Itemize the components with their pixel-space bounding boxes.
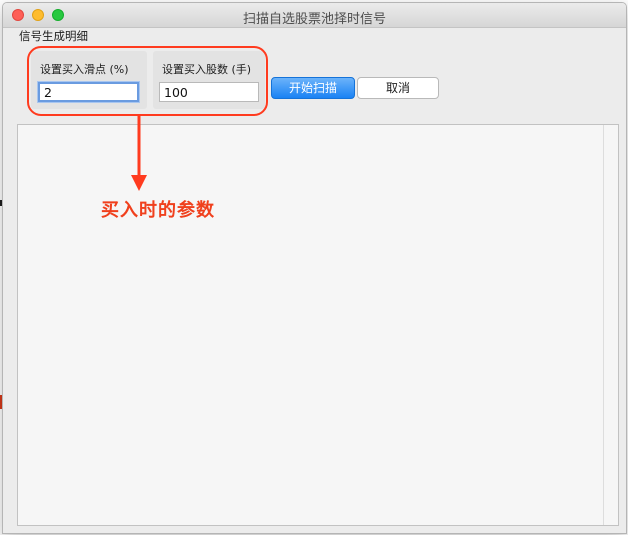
window-title: 扫描自选股票池择时信号 <box>242 12 386 27</box>
cancel-button[interactable]: 取消 <box>357 77 439 99</box>
menu-bar: 信号生成明细 <box>3 28 626 44</box>
start-scan-button[interactable]: 开始扫描 <box>271 77 355 99</box>
buy-params-annotation: 买入时的参数 <box>101 200 215 221</box>
vertical-scrollbar[interactable] <box>603 125 618 525</box>
signal-results-area[interactable] <box>17 124 619 526</box>
annotation-arrow-icon <box>131 115 147 191</box>
scan-dialog-window: 扫描自选股票池择时信号 信号生成明细 设置买入滑点 (%) 设置买入股数 (手)… <box>2 2 627 534</box>
menu-item-signal-details[interactable]: 信号生成明细 <box>19 28 88 44</box>
params-highlight-box <box>27 46 268 116</box>
title-bar[interactable]: 扫描自选股票池择时信号 <box>3 3 626 28</box>
